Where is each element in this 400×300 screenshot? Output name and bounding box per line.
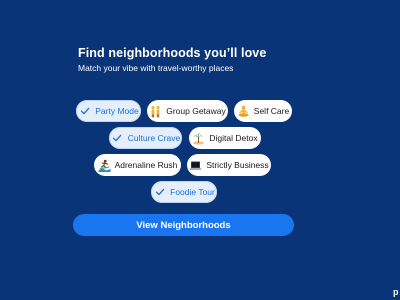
chip-foodie-tour[interactable]: Foodie Tour <box>151 181 217 203</box>
island-icon <box>192 132 205 145</box>
chip-group-getaway[interactable]: Group Getaway <box>147 100 228 122</box>
check-icon <box>111 132 124 145</box>
laptop-icon <box>189 159 202 172</box>
vibe-chip-group: Party Mode Group Getaway Self Care Cultu… <box>0 0 400 300</box>
chip-label: Culture Crave <box>127 133 181 143</box>
check-icon <box>153 186 166 199</box>
chip-label: Self Care <box>253 106 290 116</box>
surfer-icon <box>98 159 111 172</box>
chip-strictly-business[interactable]: Strictly Business <box>187 154 271 176</box>
chip-label: Group Getaway <box>166 106 226 116</box>
corner-logo-fragment: p <box>393 287 399 297</box>
check-icon <box>78 105 91 118</box>
chip-label: Party Mode <box>95 106 139 116</box>
chip-label: Adrenaline Rush <box>114 160 178 170</box>
chip-party-mode[interactable]: Party Mode <box>76 100 141 122</box>
chip-label: Foodie Tour <box>170 187 215 197</box>
chip-label: Digital Detox <box>209 133 258 143</box>
chip-self-care[interactable]: Self Care <box>234 100 292 122</box>
view-neighborhoods-button[interactable]: View Neighborhoods <box>73 214 294 236</box>
chip-digital-detox[interactable]: Digital Detox <box>189 127 261 149</box>
meditation-icon <box>237 105 250 118</box>
chip-label: Strictly Business <box>206 160 269 170</box>
chip-culture-crave[interactable]: Culture Crave <box>109 127 182 149</box>
people-icon <box>149 105 162 118</box>
chip-adrenaline-rush[interactable]: Adrenaline Rush <box>94 154 181 176</box>
